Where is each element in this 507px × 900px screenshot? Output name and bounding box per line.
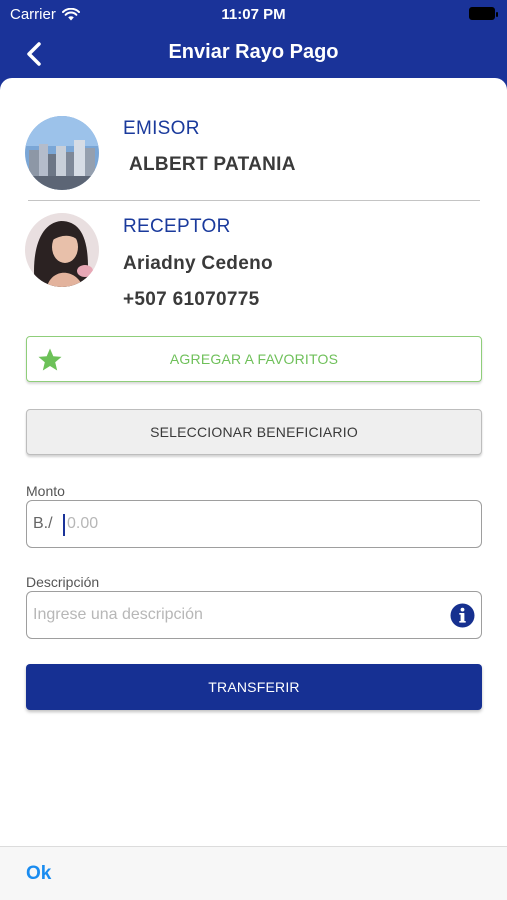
ok-button[interactable]: Ok: [26, 863, 51, 885]
receiver-name: Ariadny Cedeno: [123, 253, 273, 274]
transfer-button[interactable]: TRANSFERIR: [26, 664, 482, 710]
add-to-favorites-button[interactable]: AGREGAR A FAVORITOS: [26, 336, 482, 382]
sender-avatar: [25, 116, 99, 190]
clock: 11:07 PM: [221, 6, 286, 23]
content-sheet: EMISOR ALBERT PATANIA RECEPTOR Ariadny C…: [0, 78, 507, 900]
amount-input[interactable]: [67, 513, 467, 535]
info-icon[interactable]: [450, 603, 475, 628]
status-bar: Carrier 11:07 PM: [0, 0, 507, 30]
add-to-favorites-label: AGREGAR A FAVORITOS: [169, 351, 339, 367]
divider: [28, 200, 480, 201]
description-input[interactable]: [33, 604, 443, 626]
person-photo-icon: [25, 213, 99, 287]
receiver-phone: +507 61070775: [123, 289, 260, 310]
page-title: Enviar Rayo Pago: [168, 41, 339, 63]
amount-field[interactable]: B./: [26, 500, 482, 548]
description-label: Descripción: [26, 574, 100, 590]
bottom-toolbar: Ok: [0, 846, 507, 900]
star-icon: [38, 348, 62, 371]
transfer-label: TRANSFERIR: [208, 679, 300, 695]
city-photo-icon: [25, 116, 99, 190]
navigation-bar: Enviar Rayo Pago: [0, 30, 507, 78]
description-field[interactable]: [26, 591, 482, 639]
select-beneficiary-label: SELECCIONAR BENEFICIARIO: [150, 424, 358, 440]
receiver-label: RECEPTOR: [123, 216, 231, 237]
sender-name: ALBERT PATANIA: [129, 154, 296, 175]
text-caret: [63, 514, 65, 536]
sender-label: EMISOR: [123, 118, 200, 139]
receiver-avatar: [25, 213, 99, 287]
select-beneficiary-button[interactable]: SELECCIONAR BENEFICIARIO: [26, 409, 482, 455]
currency-prefix: B./: [33, 515, 53, 532]
amount-label: Monto: [26, 483, 65, 499]
battery-icon: [469, 7, 498, 20]
